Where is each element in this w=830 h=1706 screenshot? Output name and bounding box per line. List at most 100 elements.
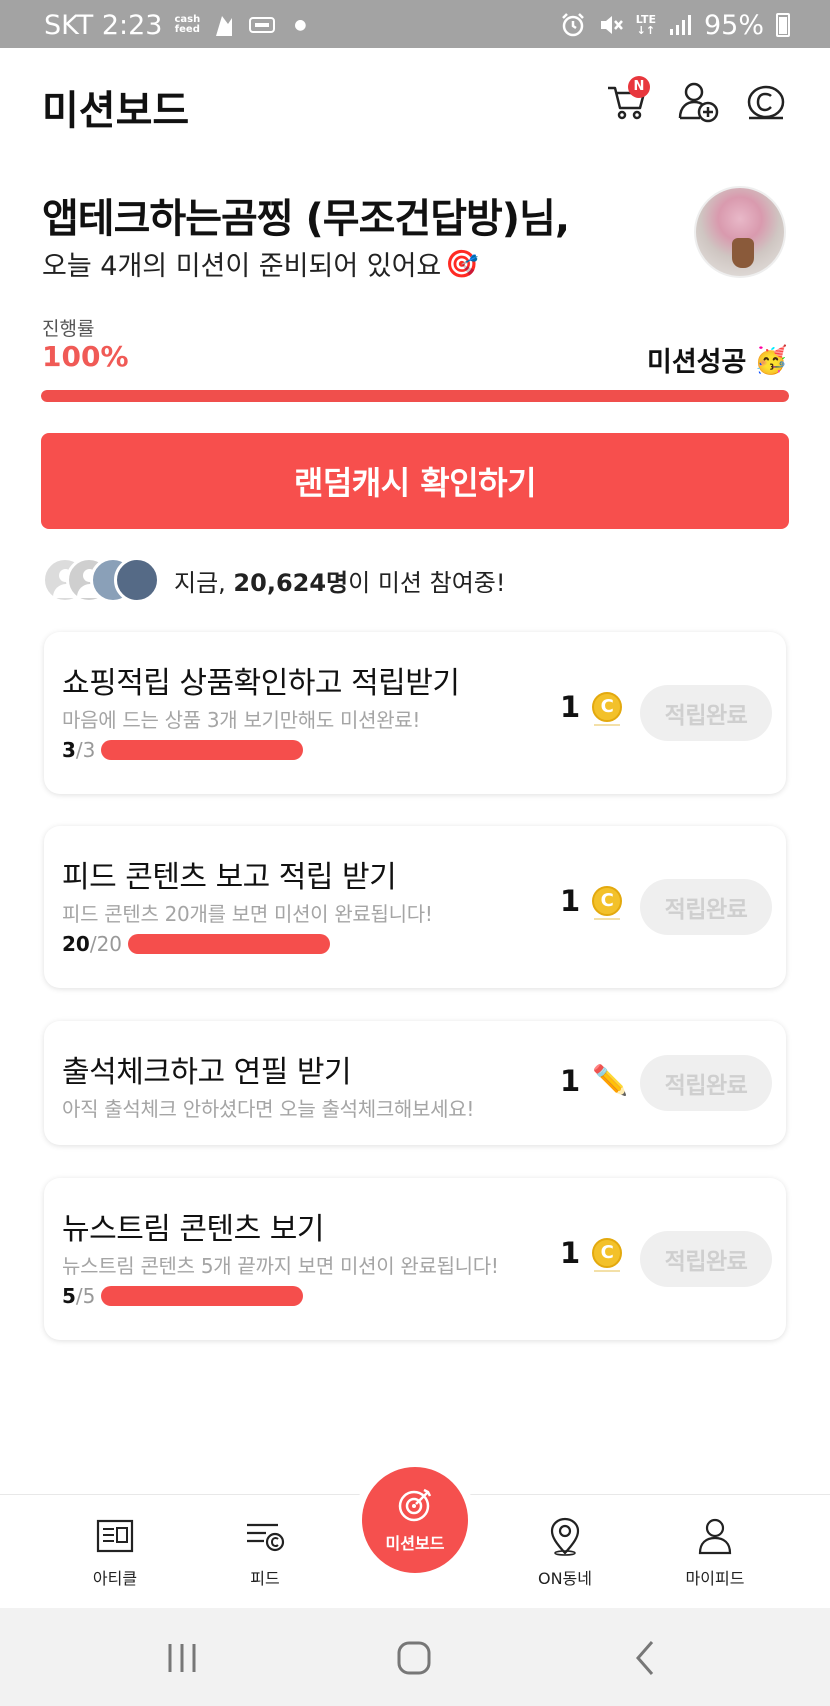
coin-icon: C xyxy=(592,692,623,726)
mission-progress-done: 5 xyxy=(62,1284,76,1308)
participants-count: 20,624명 xyxy=(233,568,349,597)
status-bar-right: LTE ↓↑ 95% xyxy=(560,8,790,42)
nav-label: 피드 xyxy=(250,1569,280,1588)
mute-icon xyxy=(600,16,623,34)
coin-icon: C xyxy=(592,1238,623,1272)
lte-arrows: ↓↑ xyxy=(636,24,656,37)
target-emoji-icon: 🎯 xyxy=(445,248,479,280)
reward-amount: 1 xyxy=(560,884,581,918)
cash-coin-button[interactable] xyxy=(744,80,790,126)
battery-percent: 95% xyxy=(703,9,764,41)
mission-card-newstream[interactable]: 뉴스트림 콘텐츠 보기 뉴스트림 콘텐츠 5개 끝까지 보면 미션이 완료됩니다… xyxy=(44,1178,786,1340)
nav-label: 아티클 xyxy=(92,1569,138,1588)
reward-complete-button[interactable]: 적립완료 xyxy=(640,1055,772,1111)
feed-icon xyxy=(247,1523,285,1552)
bottom-nav: 아티클 피드 미션보드 ON동네 마이피드 xyxy=(0,1467,830,1608)
mission-progress-total: /5 xyxy=(75,1284,96,1308)
random-cash-button[interactable]: 랜덤캐시 확인하기 xyxy=(41,433,789,529)
progress-label: 진행률 xyxy=(42,318,95,340)
app-icon xyxy=(216,16,233,36)
person-icon xyxy=(698,1518,732,1555)
home-icon[interactable] xyxy=(392,1636,436,1680)
cart-new-badge: N xyxy=(628,76,650,98)
pencil-icon: ✏️ xyxy=(592,1063,629,1097)
system-nav-bar xyxy=(0,1608,830,1706)
participant-avatar xyxy=(114,557,160,603)
target-icon xyxy=(398,1488,432,1522)
location-pin-icon xyxy=(550,1517,580,1556)
participants-row: 지금, 20,624명이 미션 참여중! xyxy=(42,556,505,604)
mission-title: 뉴스트림 콘텐츠 보기 xyxy=(62,1212,324,1247)
mission-progress: 3 /3 xyxy=(62,738,304,762)
lte-icon: LTE ↓↑ xyxy=(636,14,656,36)
participants-prefix: 지금, xyxy=(174,568,234,597)
cart-button[interactable]: N xyxy=(606,76,652,126)
greeting-subtitle: 오늘 4개의 미션이 준비되어 있어요 🎯 xyxy=(42,244,479,283)
mission-board-screen: SKT 2:23 cash feed ● LTE ↓↑ 95% 미션보드 N 앱… xyxy=(0,0,830,1706)
reward-amount: 1 xyxy=(560,690,581,724)
notification-dot-icon: ● xyxy=(294,17,307,33)
avatar-figure xyxy=(732,238,754,268)
mission-progress: 20 /20 xyxy=(62,932,331,956)
reward-complete-button[interactable]: 적립완료 xyxy=(640,685,772,741)
mission-progress-bar xyxy=(101,1286,304,1306)
mission-card-feed[interactable]: 피드 콘텐츠 보고 적립 받기 피드 콘텐츠 20개를 보면 미션이 완료됩니다… xyxy=(44,826,786,988)
mission-progress-total: /3 xyxy=(75,738,96,762)
mission-reward: 1 ✏️ xyxy=(560,1063,628,1098)
mission-description: 아직 출석체크 안하셨다면 오늘 출석체크해보세요! xyxy=(62,1097,475,1121)
recent-apps-icon[interactable] xyxy=(160,1636,204,1680)
mission-reward: 1 C xyxy=(560,884,623,920)
mission-progress-bar xyxy=(101,740,304,760)
signal-icon xyxy=(669,15,691,35)
reward-complete-button[interactable]: 적립완료 xyxy=(640,879,772,935)
profile-avatar[interactable] xyxy=(694,186,786,278)
reward-complete-button[interactable]: 적립완료 xyxy=(640,1231,772,1287)
nav-label: 미션보드 xyxy=(385,1534,445,1553)
participants-suffix: 이 미션 참여중! xyxy=(348,568,506,597)
mission-description: 뉴스트림 콘텐츠 5개 끝까지 보면 미션이 완료됩니다! xyxy=(62,1254,499,1278)
mission-description: 마음에 드는 상품 3개 보기만해도 미션완료! xyxy=(62,708,421,732)
back-icon[interactable] xyxy=(624,1636,668,1680)
mission-reward: 1 C xyxy=(560,1236,623,1272)
battery-icon xyxy=(776,13,790,37)
mission-progress-total: /20 xyxy=(89,932,123,956)
coin-icon: C xyxy=(592,886,623,920)
nav-item-on-neighborhood[interactable]: ON동네 xyxy=(510,1515,620,1589)
party-emoji-icon: 🥳 xyxy=(754,344,788,376)
greeting-username: 앱테크하는곰찡 (무조건답방)님, xyxy=(42,196,570,242)
progress-bar-fill xyxy=(41,390,789,402)
mission-title: 피드 콘텐츠 보고 적립 받기 xyxy=(62,860,397,895)
progress-percent: 100% xyxy=(42,340,129,373)
mission-progress-done: 3 xyxy=(62,738,76,762)
mission-card-shopping[interactable]: 쇼핑적립 상품확인하고 적립받기 마음에 드는 상품 3개 보기만해도 미션완료… xyxy=(44,632,786,794)
page-title: 미션보드 xyxy=(42,88,190,134)
cashfeed-icon-line2: feed xyxy=(174,24,200,35)
nav-item-mission-board[interactable]: 미션보드 xyxy=(362,1467,468,1573)
status-bar-left: SKT 2:23 cash feed ● xyxy=(44,8,306,42)
nav-item-my-feed[interactable]: 마이피드 xyxy=(660,1515,770,1589)
mission-title: 쇼핑적립 상품확인하고 적립받기 xyxy=(62,666,460,701)
greeting-subtitle-text: 오늘 4개의 미션이 준비되어 있어요 xyxy=(42,251,442,282)
cashfeed-icon: cash feed xyxy=(174,15,200,35)
progress-bar xyxy=(41,390,789,402)
status-bar: SKT 2:23 cash feed ● LTE ↓↑ 95% xyxy=(0,0,830,48)
add-friend-button[interactable] xyxy=(676,80,722,126)
carrier-time: SKT 2:23 xyxy=(44,9,163,41)
reward-amount: 1 xyxy=(560,1236,581,1270)
participants-text: 지금, 20,624명이 미션 참여중! xyxy=(174,563,505,598)
nav-item-article[interactable]: 아티클 xyxy=(60,1515,170,1589)
add-friend-icon xyxy=(678,82,719,123)
nav-label: ON동네 xyxy=(537,1569,592,1588)
alarm-icon xyxy=(561,13,584,37)
nav-item-feed[interactable]: 피드 xyxy=(210,1515,320,1589)
mission-progress-done: 20 xyxy=(62,932,90,956)
coin-icon xyxy=(747,85,785,120)
mission-card-attendance[interactable]: 출석체크하고 연필 받기 아직 출석체크 안하셨다면 오늘 출석체크해보세요! … xyxy=(44,1021,786,1145)
mission-progress-bar xyxy=(128,934,331,954)
reward-amount: 1 xyxy=(560,1063,581,1098)
mission-title: 출석체크하고 연필 받기 xyxy=(62,1055,352,1090)
nav-label: 마이피드 xyxy=(685,1569,745,1588)
mission-success-status: 미션성공 🥳 xyxy=(647,340,788,379)
article-icon xyxy=(96,1519,134,1553)
mission-progress: 5 /5 xyxy=(62,1284,304,1308)
